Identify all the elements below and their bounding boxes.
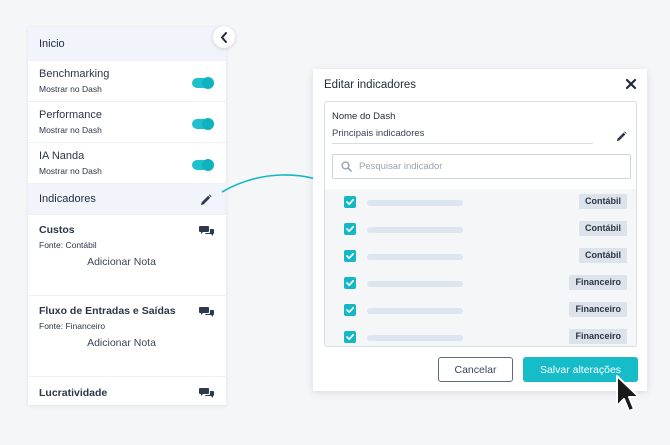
sidebar-item-ia-nanda: IA Nanda Mostrar no Dash (28, 143, 226, 184)
comments-icon[interactable] (199, 225, 214, 237)
show-on-dash-toggle[interactable] (192, 118, 214, 130)
indicator-source: Fonte: Contábil (39, 240, 97, 250)
show-on-dash-toggle[interactable] (192, 159, 214, 171)
indicator-note-custos: Custos Fonte: Contábil Adicionar Nota (28, 215, 226, 296)
mouse-cursor-icon (616, 375, 640, 412)
close-icon[interactable] (625, 78, 637, 90)
source-tag: Financeiro (569, 302, 627, 317)
edit-indicators-modal: Editar indicadores Nome do Dash Principa… (313, 69, 647, 391)
indicator-note-lucratividade: Lucratividade (28, 377, 226, 405)
check-icon (346, 306, 355, 314)
comments-icon[interactable] (199, 306, 214, 318)
dash-name-label: Nome do Dash (332, 111, 396, 122)
indicator-row: Contábil (325, 243, 636, 270)
pencil-icon[interactable] (616, 131, 627, 142)
collapse-sidebar-button[interactable] (213, 26, 235, 48)
search-icon (341, 161, 352, 172)
search-input[interactable] (359, 161, 609, 172)
sidebar: Inicio Benchmarking Mostrar no Dash Perf… (28, 27, 226, 405)
dash-name-field[interactable]: Principais indicadores (332, 128, 593, 144)
sidebar-item-label: Indicadores (39, 193, 96, 205)
indicator-checkbox[interactable] (344, 331, 356, 343)
source-tag: Contábil (579, 221, 627, 236)
indicator-row: Financeiro (325, 324, 636, 346)
indicator-checkbox[interactable] (344, 277, 356, 289)
indicator-row: Financeiro (325, 297, 636, 324)
show-on-dash-toggle[interactable] (192, 77, 214, 89)
indicator-checkbox[interactable] (344, 223, 356, 235)
indicator-name-placeholder (367, 254, 463, 260)
indicator-note-fluxo: Fluxo de Entradas e Saídas Fonte: Financ… (28, 296, 226, 377)
sidebar-item-inicio[interactable]: Inicio (28, 27, 226, 61)
search-indicator-field[interactable] (332, 154, 631, 179)
add-note-button[interactable]: Adicionar Nota (28, 256, 215, 268)
indicator-panel: Nome do Dash Principais indicadores Cont… (324, 101, 637, 347)
indicator-name-placeholder (367, 227, 463, 233)
indicator-name-placeholder (367, 308, 463, 314)
sidebar-item-performance: Performance Mostrar no Dash (28, 102, 226, 143)
indicator-checkbox[interactable] (344, 304, 356, 316)
indicator-row: Contábil (325, 216, 636, 243)
check-icon (346, 333, 355, 341)
indicator-row: Contábil (325, 189, 636, 216)
indicator-name-placeholder (367, 200, 463, 206)
modal-title: Editar indicadores (324, 79, 417, 91)
indicator-row: Financeiro (325, 270, 636, 297)
check-icon (346, 225, 355, 233)
check-icon (346, 252, 355, 260)
indicator-title: Fluxo de Entradas e Saídas (39, 305, 176, 317)
check-icon (346, 279, 355, 287)
indicator-list: Contábil Contábil Contábil Financeiro Fi (325, 189, 636, 346)
source-tag: Financeiro (569, 275, 627, 290)
sidebar-item-indicadores[interactable]: Indicadores (28, 184, 226, 215)
add-note-button[interactable]: Adicionar Nota (28, 337, 215, 349)
comments-icon[interactable] (199, 387, 214, 399)
cancel-button[interactable]: Cancelar (438, 357, 513, 382)
indicator-name-placeholder (367, 335, 463, 341)
check-icon (346, 198, 355, 206)
source-tag: Contábil (579, 248, 627, 263)
indicator-source: Fonte: Financeiro (39, 321, 106, 331)
pencil-icon[interactable] (200, 194, 212, 206)
indicator-title: Lucratividade (39, 387, 108, 399)
source-tag: Financeiro (569, 329, 627, 344)
indicator-title: Custos (39, 224, 75, 236)
indicator-checkbox[interactable] (344, 196, 356, 208)
sidebar-item-benchmarking: Benchmarking Mostrar no Dash (28, 61, 226, 102)
chevron-left-icon (221, 31, 227, 43)
sidebar-item-label: Inicio (39, 37, 65, 50)
indicator-checkbox[interactable] (344, 250, 356, 262)
source-tag: Contábil (579, 194, 627, 209)
indicator-name-placeholder (367, 281, 463, 287)
